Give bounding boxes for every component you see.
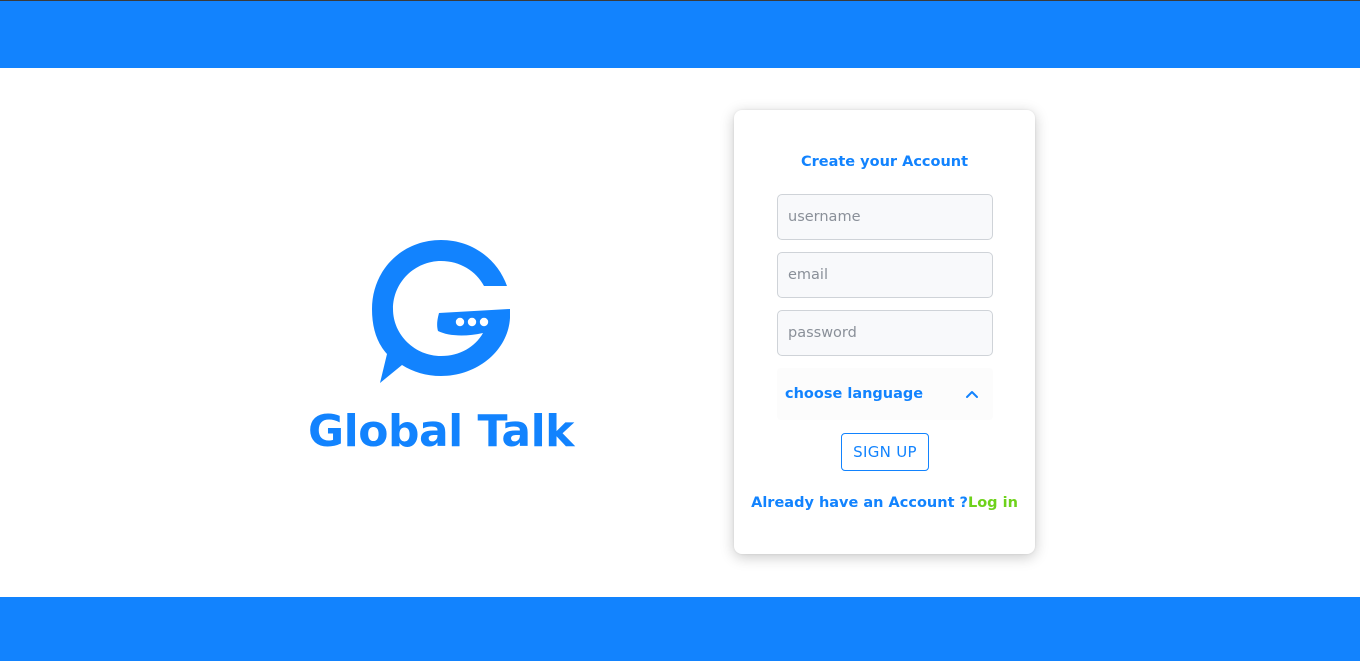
signup-card: Create your Account choose language SIGN… <box>734 110 1035 554</box>
form-title: Create your Account <box>800 154 969 170</box>
login-prompt-text: Already have an Account ? <box>751 495 968 511</box>
chat-bubble-g-logo-icon <box>372 240 510 383</box>
username-input[interactable] <box>777 194 993 240</box>
login-prompt-row: Already have an Account ?Log in <box>734 493 1035 513</box>
header-bar <box>0 1 1360 68</box>
email-input[interactable] <box>777 252 993 298</box>
language-select-label: choose language <box>785 386 924 402</box>
password-input[interactable] <box>777 310 993 356</box>
language-select[interactable]: choose language <box>777 368 993 420</box>
brand-section: Global Talk <box>300 232 582 472</box>
sign-up-button[interactable]: SIGN UP <box>841 433 929 471</box>
footer-bar <box>0 597 1360 661</box>
login-link[interactable]: Log in <box>968 495 1018 511</box>
brand-name: Global Talk <box>308 406 574 457</box>
chevron-up-icon <box>966 391 978 398</box>
